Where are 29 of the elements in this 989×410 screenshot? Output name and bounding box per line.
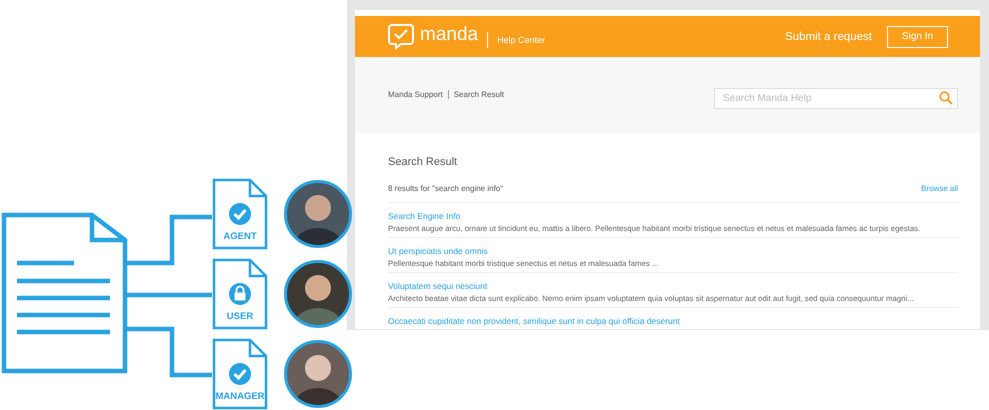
results-summary: 8 results for "search engine info" [388, 184, 504, 194]
check-icon [229, 363, 251, 385]
document-shape [212, 338, 268, 410]
result-title-link[interactable]: Voluptatem sequi nesciunt [388, 281, 488, 292]
role-label: USER [226, 311, 254, 322]
sign-in-button[interactable]: Sign In [887, 26, 948, 48]
search-field[interactable]: Search Manda Help [714, 88, 958, 109]
brand-name: manda [420, 24, 478, 46]
result-title-link[interactable]: Ut perspiciatis unde omnis [388, 246, 488, 257]
avatar [284, 180, 352, 248]
document-shape [212, 178, 268, 250]
role-label: AGENT [223, 231, 257, 242]
browse-all-link[interactable]: Browse all [921, 184, 958, 194]
chat-check-icon [388, 23, 414, 50]
avatar [284, 340, 352, 408]
search-icon [939, 91, 953, 105]
document-shape [212, 258, 268, 330]
document-icon [2, 212, 128, 374]
section-title: Help Center [487, 32, 546, 48]
check-icon [229, 203, 251, 225]
result-title-link[interactable]: Search Engine Info [388, 211, 460, 222]
section-heading: Search Result [388, 155, 458, 169]
lock-icon [229, 283, 251, 305]
result-title-link[interactable]: Occaecati cupiditate non provident, similique sunt in culpa qui officia deserunt [388, 316, 680, 327]
role-label: MANAGER [215, 391, 265, 402]
submit-request-link[interactable]: Submit a request [785, 30, 872, 42]
breadcrumb-link[interactable]: Search Result [448, 90, 504, 98]
avatar [284, 260, 352, 328]
breadcrumb-link[interactable]: Manda Support [388, 90, 443, 98]
